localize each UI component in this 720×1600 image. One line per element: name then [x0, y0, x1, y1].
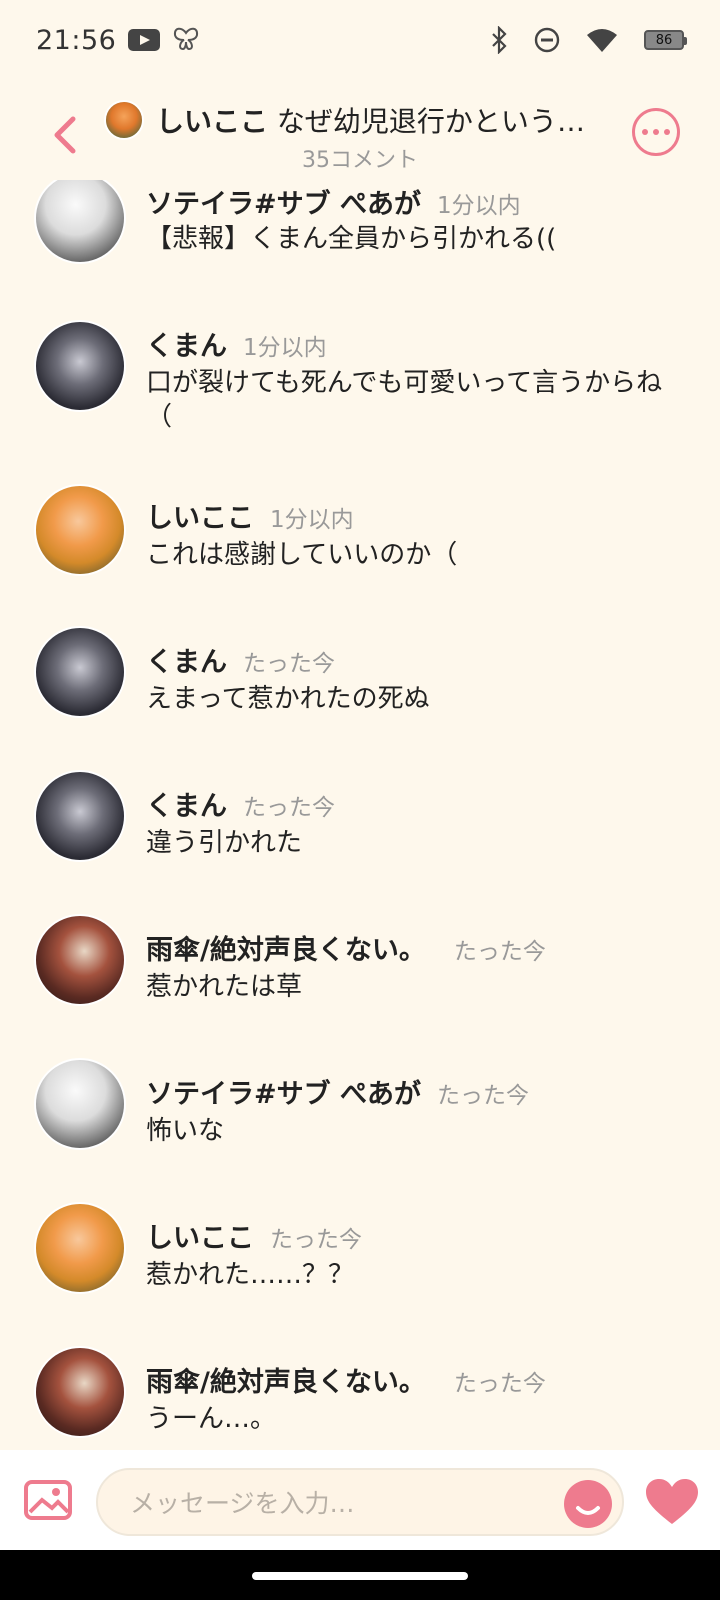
avatar[interactable] — [34, 1202, 126, 1294]
message-author[interactable]: くまん — [146, 324, 227, 363]
battery-level: 86 — [655, 32, 673, 48]
like-button[interactable] — [644, 1478, 700, 1526]
more-button[interactable] — [632, 108, 680, 156]
battery-icon: 86 — [644, 30, 687, 50]
avatar[interactable] — [34, 626, 126, 718]
chat-title[interactable]: しいここ なぜ幼児退行かというと… — [156, 100, 606, 140]
image-button[interactable] — [24, 1480, 72, 1520]
message-text: 怖いな — [146, 1116, 225, 1146]
message-time: 1分以内 — [270, 507, 354, 533]
message-text: これは感謝していいのか（ — [146, 540, 458, 570]
message-text: 【悲報】くまん全員から引かれる(( — [146, 224, 557, 254]
avatar[interactable] — [34, 770, 126, 862]
message-author[interactable]: 雨傘/絶対声良くない。 — [146, 1360, 426, 1399]
status-bar: 21:56 86 — [0, 0, 720, 80]
chat-header: しいここ なぜ幼児退行かというと… 35コメント — [0, 90, 720, 180]
chat-title-text: なぜ幼児退行かというと… — [276, 105, 606, 138]
status-time: 21:56 — [36, 24, 117, 56]
composer-bar: メッセージを入力… — [0, 1450, 720, 1550]
message-text: 口が裂けても死んでも可愛いって言うからね（ — [146, 368, 663, 432]
message-author[interactable]: 雨傘/絶対声良くない。 — [146, 928, 426, 967]
header-avatar[interactable] — [104, 100, 144, 140]
message-input[interactable]: メッセージを入力… — [96, 1468, 624, 1536]
comment-count: 35コメント — [302, 148, 418, 173]
avatar[interactable] — [34, 1346, 126, 1438]
butterfly-icon — [172, 27, 200, 53]
message-author[interactable]: しいここ — [146, 496, 254, 535]
message-time: 1分以内 — [437, 193, 521, 219]
youtube-icon — [128, 29, 161, 51]
message-text: うーん…。 — [146, 1404, 277, 1434]
emoji-button[interactable] — [564, 1480, 612, 1528]
avatar[interactable] — [34, 484, 126, 576]
message-time: たった今 — [453, 1371, 546, 1397]
heart-icon — [646, 1479, 698, 1524]
message-author[interactable]: くまん — [146, 784, 227, 823]
avatar[interactable] — [34, 914, 126, 1006]
chat-title-name: しいここ — [156, 105, 269, 138]
wifi-icon — [586, 27, 618, 53]
image-icon — [24, 1480, 72, 1520]
message-time: たった今 — [453, 939, 546, 965]
do-not-disturb-icon — [534, 27, 560, 53]
message-text: 惹かれたは草 — [146, 972, 303, 1002]
message-time: たった今 — [270, 1227, 362, 1253]
message-time: たった今 — [243, 795, 335, 821]
avatar[interactable] — [34, 1058, 126, 1150]
home-indicator[interactable] — [252, 1572, 468, 1580]
message-text: えまって惹かれたの死ぬ — [146, 684, 430, 714]
message-list[interactable]: ソテイラ#サブ ぺあが 1分以内 【悲報】くまん全員から引かれる(( くまん 1分以… — [0, 180, 720, 1450]
avatar[interactable] — [34, 320, 126, 412]
avatar[interactable] — [34, 180, 126, 264]
message-author[interactable]: ソテイラ#サブ ぺあが — [146, 182, 421, 221]
emoji-icon — [576, 1506, 600, 1515]
message-author[interactable]: ソテイラ#サブ ぺあが — [146, 1072, 421, 1111]
message-time: たった今 — [243, 651, 335, 677]
message-author[interactable]: しいここ — [146, 1216, 254, 1255]
message-text: 違う引かれた — [146, 828, 303, 858]
message-time: 1分以内 — [243, 335, 327, 361]
bluetooth-icon — [490, 26, 508, 54]
message-text: 惹かれた……？？ — [146, 1260, 355, 1290]
message-author[interactable]: くまん — [146, 640, 227, 679]
more-icon — [642, 129, 648, 135]
message-time: たった今 — [437, 1083, 530, 1109]
